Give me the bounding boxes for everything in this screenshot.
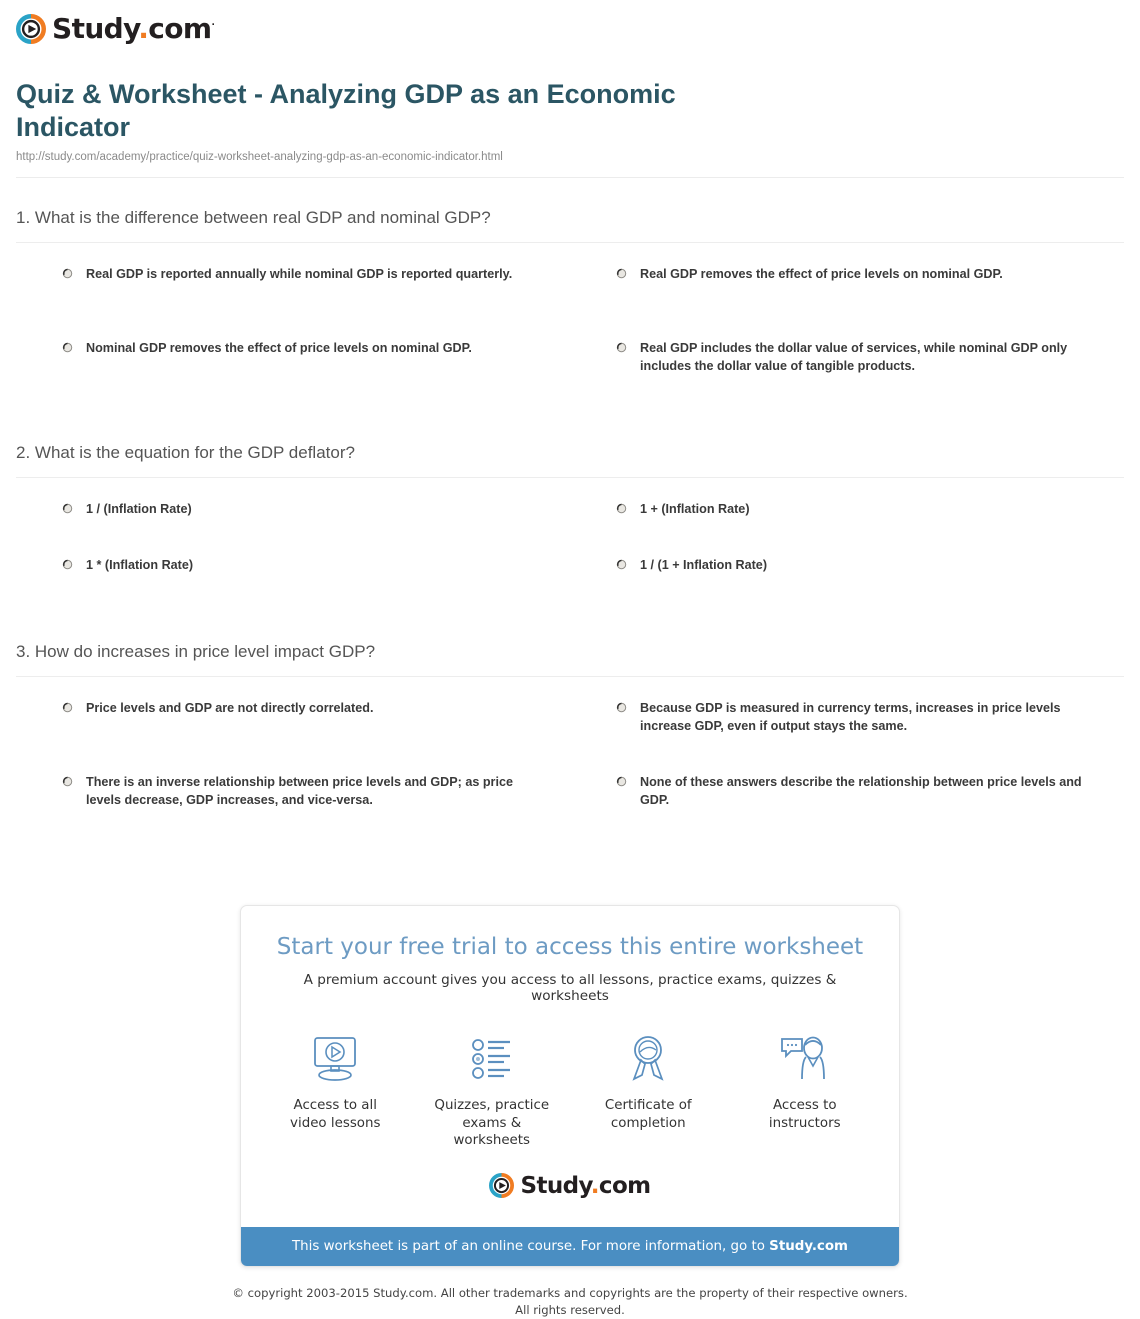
promo-banner[interactable]: This worksheet is part of an online cour…	[241, 1226, 899, 1266]
question-1: 1. What is the difference between real G…	[16, 178, 1124, 413]
page-url: http://study.com/academy/practice/quiz-w…	[16, 150, 503, 163]
answer-label: Nominal GDP removes the effect of price …	[86, 340, 472, 355]
copyright-line-2: All rights reserved.	[515, 1302, 625, 1317]
answer-option[interactable]: None of these answers describe the relat…	[570, 773, 1124, 847]
perk-label: Access to instructors	[768, 1098, 841, 1131]
answer-option[interactable]: Real GDP is reported annually while nomi…	[16, 265, 570, 339]
answer-option[interactable]: Real GDP removes the effect of price lev…	[570, 265, 1124, 339]
perk-label: Access to all video lessons	[290, 1098, 381, 1131]
perk-label: Quizzes, practice exams & worksheets	[434, 1098, 550, 1148]
perk-quizzes: Quizzes, practice exams & worksheets	[434, 1030, 551, 1148]
answer-option[interactable]: There is an inverse relationship between…	[16, 773, 570, 847]
promo-banner-text: This worksheet is part of an online cour…	[291, 1238, 770, 1254]
answer-label: Price levels and GDP are not directly co…	[86, 700, 374, 715]
title-block: Quiz & Worksheet - Analyzing GDP as an E…	[0, 58, 1140, 163]
radio-button-icon[interactable]	[62, 702, 73, 713]
answer-label: There is an inverse relationship between…	[86, 774, 513, 808]
answer-label: 1 * (Inflation Rate)	[86, 557, 194, 572]
answer-label: 1 / (1 + Inflation Rate)	[640, 557, 768, 572]
answer-option[interactable]: Because GDP is measured in currency term…	[570, 699, 1124, 773]
logo-wordmark: Study.com	[520, 1172, 651, 1199]
radio-button-icon[interactable]	[62, 776, 73, 787]
radio-button-icon[interactable]	[616, 559, 627, 570]
radio-button-icon[interactable]	[62, 503, 73, 514]
answer-option[interactable]: 1 / (Inflation Rate)	[16, 500, 570, 556]
answer-option[interactable]: 1 * (Inflation Rate)	[16, 556, 570, 612]
free-trial-card: Start your free trial to access this ent…	[240, 904, 900, 1267]
question-2: 2. What is the equation for the GDP defl…	[16, 413, 1124, 612]
footer-copyright: © copyright 2003-2015 Study.com. All oth…	[0, 1267, 1140, 1319]
answer-label: Real GDP includes the dollar value of se…	[640, 340, 1068, 374]
radio-button-icon[interactable]	[62, 342, 73, 353]
study-play-circle-icon	[489, 1173, 515, 1199]
radio-button-icon[interactable]	[616, 702, 627, 713]
promo-heading: Start your free trial to access this ent…	[276, 933, 864, 960]
brand-bar: Study.com·	[0, 0, 1140, 58]
copyright-line-1: © copyright 2003-2015 Study.com. All oth…	[232, 1285, 908, 1300]
answer-option[interactable]: Real GDP includes the dollar value of se…	[570, 339, 1124, 413]
answer-options: Price levels and GDP are not directly co…	[16, 677, 1124, 847]
answer-options: 1 / (Inflation Rate) 1 + (Inflation Rate…	[16, 478, 1124, 612]
award-ribbon-icon	[590, 1030, 707, 1088]
radio-button-icon[interactable]	[62, 268, 73, 279]
question-prompt: 2. What is the equation for the GDP defl…	[16, 442, 355, 462]
question-prompt: 3. How do increases in price level impac…	[16, 641, 376, 661]
promo-section: Start your free trial to access this ent…	[0, 847, 1140, 1267]
radio-button-icon[interactable]	[616, 342, 627, 353]
answer-option[interactable]: 1 / (1 + Inflation Rate)	[570, 556, 1124, 612]
questions-list: 1. What is the difference between real G…	[0, 178, 1140, 847]
perk-label: Certificate of completion	[604, 1098, 692, 1131]
answer-options: Real GDP is reported annually while nomi…	[16, 243, 1124, 413]
radio-button-icon[interactable]	[616, 776, 627, 787]
logo-wordmark: Study.com·	[52, 12, 215, 45]
perk-video-lessons: Access to all video lessons	[277, 1030, 394, 1148]
radio-button-icon[interactable]	[616, 268, 627, 279]
promo-banner-link[interactable]: Study.com	[769, 1239, 848, 1254]
question-3: 3. How do increases in price level impac…	[16, 612, 1124, 847]
answer-option[interactable]: Price levels and GDP are not directly co…	[16, 699, 570, 773]
study-com-logo[interactable]: Study.com·	[16, 12, 215, 45]
perks-row: Access to all video lessons Quizzes, pra…	[267, 1004, 873, 1158]
answer-option[interactable]: Nominal GDP removes the effect of price …	[16, 339, 570, 413]
radio-button-icon[interactable]	[62, 559, 73, 570]
page-title: Quiz & Worksheet - Analyzing GDP as an E…	[16, 79, 676, 142]
promo-subheading: A premium account gives you access to al…	[303, 972, 837, 1005]
promo-copy: Start your free trial to access this ent…	[241, 906, 899, 1227]
perk-instructors: Access to instructors	[747, 1030, 864, 1148]
answer-label: 1 + (Inflation Rate)	[640, 501, 750, 516]
answer-label: 1 / (Inflation Rate)	[86, 501, 192, 516]
promo-study-com-logo[interactable]: Study.com	[267, 1159, 873, 1219]
answer-label: Because GDP is measured in currency term…	[640, 700, 1061, 734]
instructor-chat-icon	[747, 1030, 864, 1088]
radio-button-icon[interactable]	[616, 503, 627, 514]
study-play-circle-icon	[16, 13, 46, 44]
question-prompt: 1. What is the difference between real G…	[16, 207, 491, 227]
answer-label: Real GDP removes the effect of price lev…	[640, 266, 1003, 281]
quiz-list-icon	[434, 1030, 551, 1088]
answer-label: Real GDP is reported annually while nomi…	[86, 266, 513, 281]
monitor-play-icon	[277, 1030, 394, 1088]
answer-label: None of these answers describe the relat…	[640, 774, 1082, 808]
perk-certificate: Certificate of completion	[590, 1030, 707, 1148]
answer-option[interactable]: 1 + (Inflation Rate)	[570, 500, 1124, 556]
